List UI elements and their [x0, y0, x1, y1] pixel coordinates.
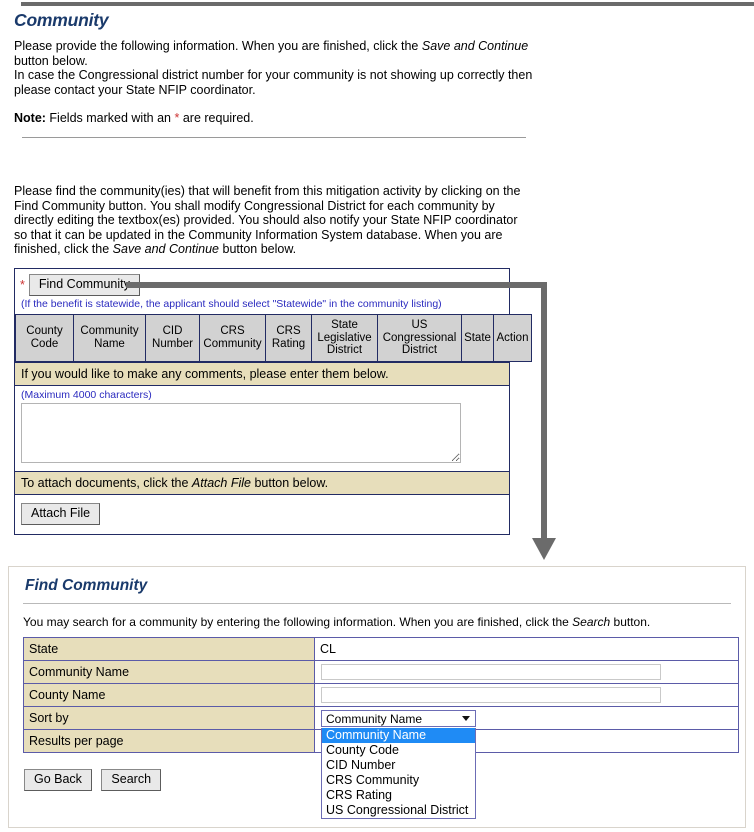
label-sort-by: Sort by: [23, 706, 315, 730]
attach-documents-prompt: To attach documents, click the Attach Fi…: [15, 471, 509, 495]
community-page-header: Community Please provide the following i…: [14, 10, 534, 144]
find-community-panel: Find Community You may search for a comm…: [8, 566, 746, 828]
value-county-name: [314, 683, 739, 707]
value-state: CL: [314, 637, 739, 661]
intro-paragraph-2: In case the Congressional district numbe…: [14, 68, 533, 97]
find-community-panel-description: You may search for a community by enteri…: [23, 615, 745, 629]
col-us-congressional-district: US Congressional District: [377, 314, 462, 362]
find-community-button[interactable]: Find Community: [28, 274, 140, 296]
sort-option-us-congressional-district[interactable]: US Congressional District: [322, 803, 475, 818]
attach-file-button[interactable]: Attach File: [21, 502, 101, 525]
required-asterisk-icon: *: [20, 278, 25, 292]
find-instructions-text-b: button below.: [219, 242, 297, 256]
row-community-name: Community Name: [23, 660, 739, 684]
find-community-action-buttons: Go Back Search: [24, 769, 167, 791]
community-name-input[interactable]: [321, 664, 661, 680]
attach-prompt-text-a: To attach documents, click the: [21, 475, 192, 490]
label-community-name: Community Name: [23, 660, 315, 684]
top-divider-bar: [21, 2, 754, 6]
page-title: Community: [14, 10, 109, 30]
save-and-continue-emphasis-2: Save and Continue: [112, 242, 220, 256]
find-community-panel-divider: [23, 603, 731, 604]
intro-paragraph-1: Please provide the following information…: [14, 39, 534, 68]
find-community-panel-title: Find Community: [25, 577, 148, 594]
col-crs-community: CRS Community: [199, 314, 266, 362]
community-table-header-row: County Code Community Name CID Number CR…: [15, 314, 532, 362]
header-divider: [22, 137, 526, 138]
comments-textarea[interactable]: [21, 402, 461, 463]
row-county-name: County Name: [23, 683, 739, 707]
label-state: State: [23, 637, 315, 661]
save-and-continue-emphasis: Save and Continue: [421, 39, 529, 53]
note-label: Note:: [14, 111, 46, 125]
required-fields-note: Note: Fields marked with an * are requir…: [14, 111, 534, 125]
label-county-name: County Name: [23, 683, 315, 707]
note-text-b: are required.: [179, 111, 254, 125]
search-button[interactable]: Search: [101, 769, 162, 791]
sort-option-cid-number[interactable]: CID Number: [322, 758, 475, 773]
sort-option-crs-community[interactable]: CRS Community: [322, 773, 475, 788]
sort-by-selected-value: Community Name: [326, 711, 423, 726]
community-table: County Code Community Name CID Number CR…: [15, 314, 532, 362]
col-crs-rating: CRS Rating: [265, 314, 312, 362]
sort-option-county-code[interactable]: County Code: [322, 743, 475, 758]
col-state-legislative-district: State Legislative District: [311, 314, 378, 362]
county-name-input[interactable]: [321, 687, 661, 703]
col-state: State: [461, 314, 494, 362]
comments-prompt: If you would like to make any comments, …: [15, 361, 509, 386]
statewide-hint: (If the benefit is statewide, the applic…: [21, 298, 442, 310]
attach-file-row: Attach File: [15, 495, 509, 534]
sort-by-select-face[interactable]: Community Name: [321, 709, 476, 727]
intro-text-1: Please provide the following information…: [14, 39, 422, 53]
sort-by-option-list[interactable]: Community Name County Code CID Number CRS C…: [321, 727, 476, 819]
label-results-per-page: Results per page: [23, 729, 315, 753]
search-desc-text-b: button.: [610, 615, 651, 629]
row-sort-by: Sort by Community Name Community Name Cou…: [23, 706, 739, 819]
chevron-down-icon: [462, 715, 470, 721]
search-emphasis: Search: [572, 615, 611, 629]
col-county-code: County Code: [15, 314, 74, 362]
go-back-button[interactable]: Go Back: [24, 769, 92, 791]
value-sort-by: Community Name Community Name County Code…: [314, 706, 739, 819]
col-cid-number: CID Number: [145, 314, 200, 362]
comments-field-wrapper: [15, 402, 509, 472]
value-community-name: [314, 660, 739, 684]
search-criteria-table: State CL Community Name County Name Sort…: [23, 637, 739, 819]
col-action: Action: [493, 314, 532, 362]
attach-prompt-text-b: button below.: [250, 475, 329, 490]
sort-option-crs-rating[interactable]: CRS Rating: [322, 788, 475, 803]
find-community-row: * Find Community: [15, 269, 509, 298]
max-characters-hint: (Maximum 4000 characters): [21, 388, 152, 401]
note-text-a: Fields marked with an: [45, 111, 175, 125]
search-desc-text-a: You may search for a community by enteri…: [23, 615, 573, 629]
sort-option-community-name[interactable]: Community Name: [322, 727, 475, 743]
community-panel: * Find Community (If the benefit is stat…: [14, 268, 532, 535]
sort-by-select[interactable]: Community Name Community Name County Code…: [321, 709, 476, 819]
col-community-name: Community Name: [73, 314, 146, 362]
row-state: State CL: [23, 637, 739, 661]
find-community-instructions: Please find the community(ies) that will…: [14, 184, 526, 257]
attach-file-emphasis: Attach File: [191, 475, 251, 490]
intro-text-1-end: button below.: [14, 53, 88, 68]
